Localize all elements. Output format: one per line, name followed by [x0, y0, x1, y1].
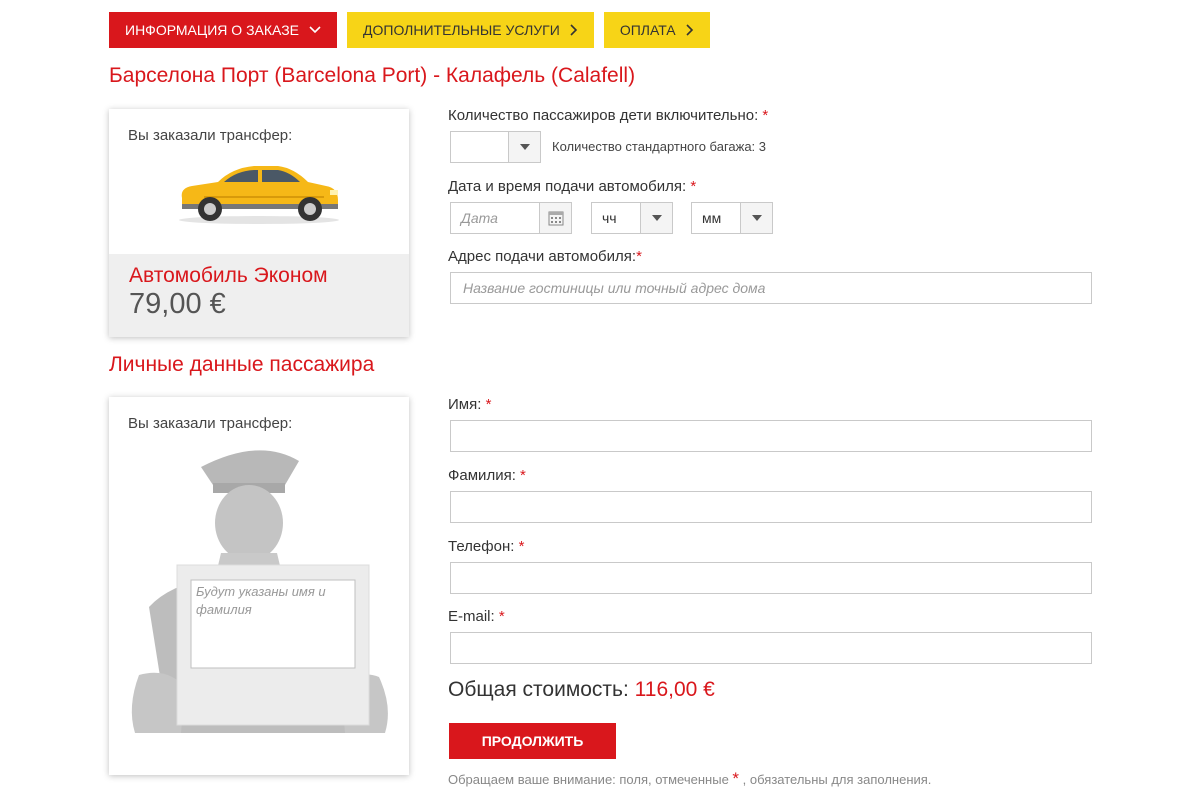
sign-placeholder-text: Будут указаны имя и фамилия — [196, 584, 326, 617]
required-mark: * — [520, 467, 526, 484]
tab-extra-services[interactable]: ДОПОЛНИТЕЛЬНЫЕ УСЛУГИ — [347, 12, 594, 48]
tab-order-info[interactable]: ИНФОРМАЦИЯ О ЗАКАЗЕ — [109, 12, 338, 48]
step-tabs: ИНФОРМАЦИЯ О ЗАКАЗЕ ДОПОЛНИТЕЛЬНЫЕ УСЛУГ… — [109, 12, 710, 48]
passengers-label: Количество пассажиров дети включительно:… — [448, 107, 768, 124]
vehicle-card: Вы заказали трансфер: Автомобиль Эконом … — [109, 109, 409, 337]
first-name-label-text: Имя: — [448, 396, 482, 413]
baggage-info: Количество стандартного багажа: 3 — [552, 139, 767, 154]
date-placeholder: Дата — [461, 210, 498, 226]
required-note: Обращаем ваше внимание: поля, отмеченные… — [448, 769, 931, 789]
chevron-right-icon — [570, 24, 578, 36]
address-label-text: Адрес подачи автомобиля: — [448, 248, 637, 265]
dropdown-arrow-icon — [740, 203, 772, 233]
required-mark: * — [636, 248, 642, 265]
tab-extra-services-label: ДОПОЛНИТЕЛЬНЫЕ УСЛУГИ — [363, 22, 560, 38]
total-amount: 116,00 € — [634, 678, 715, 701]
passengers-label-text: Количество пассажиров дети включительно: — [448, 107, 759, 124]
minute-value: мм — [702, 210, 722, 226]
last-name-label: Фамилия: * — [448, 467, 526, 484]
address-input[interactable]: Название гостиницы или точный адрес дома — [450, 272, 1092, 304]
driver-card: Вы заказали трансфер: Будут указаны имя … — [109, 397, 409, 775]
last-name-input[interactable] — [450, 491, 1092, 523]
email-label-text: E-mail: — [448, 608, 495, 625]
dropdown-arrow-icon — [508, 132, 540, 162]
required-mark: * — [690, 178, 697, 195]
email-input[interactable] — [450, 632, 1092, 664]
vehicle-price: 79,00 € — [129, 288, 226, 320]
calendar-icon[interactable] — [539, 203, 571, 233]
required-note-mark: * — [732, 769, 740, 788]
hour-value: чч — [602, 210, 617, 226]
dropdown-arrow-icon — [640, 203, 672, 233]
date-input[interactable]: Дата — [450, 202, 572, 234]
required-note-after: , обязательны для заполнения. — [742, 772, 932, 787]
personal-title: Личные данные пассажира — [109, 353, 375, 376]
minute-select[interactable]: мм — [691, 202, 773, 234]
vehicle-card-label: Вы заказали трансфер: — [128, 127, 293, 144]
total-cost: Общая стоимость: 116,00 € — [448, 678, 715, 702]
phone-label-text: Телефон: — [448, 538, 515, 555]
vehicle-name: Автомобиль Эконом — [129, 264, 328, 287]
tab-order-info-label: ИНФОРМАЦИЯ О ЗАКАЗЕ — [125, 22, 300, 38]
continue-button[interactable]: ПРОДОЛЖИТЬ — [449, 723, 616, 759]
required-mark: * — [762, 107, 769, 124]
address-placeholder: Название гостиницы или точный адрес дома — [463, 280, 766, 296]
phone-label: Телефон: * — [448, 538, 524, 555]
car-icon — [109, 160, 409, 226]
required-mark: * — [485, 396, 492, 413]
vehicle-card-footer: Автомобиль Эконом 79,00 € — [109, 254, 409, 337]
datetime-label-text: Дата и время подачи автомобиля: — [448, 178, 687, 195]
email-label: E-mail: * — [448, 608, 505, 625]
chevron-right-icon — [686, 24, 694, 36]
required-mark: * — [518, 538, 525, 555]
tab-payment[interactable]: ОПЛАТА — [603, 12, 710, 48]
required-mark: * — [498, 608, 505, 625]
first-name-input[interactable] — [450, 420, 1092, 452]
total-label: Общая стоимость: — [448, 678, 629, 701]
route-title: Барселона Порт (Barcelona Port) - Калафе… — [109, 64, 636, 87]
tab-payment-label: ОПЛАТА — [619, 22, 676, 38]
datetime-label: Дата и время подачи автомобиля: * — [448, 178, 696, 195]
last-name-label-text: Фамилия: — [448, 467, 516, 484]
driver-card-label: Вы заказали трансфер: — [128, 415, 293, 432]
required-note-before: Обращаем ваше внимание: поля, отмеченные — [448, 772, 729, 787]
first-name-label: Имя: * — [448, 396, 491, 413]
address-label: Адрес подачи автомобиля:* — [448, 248, 642, 265]
hour-select[interactable]: чч — [591, 202, 673, 234]
chevron-down-icon — [309, 26, 321, 34]
passengers-select[interactable] — [450, 131, 541, 163]
phone-input[interactable] — [450, 562, 1092, 594]
